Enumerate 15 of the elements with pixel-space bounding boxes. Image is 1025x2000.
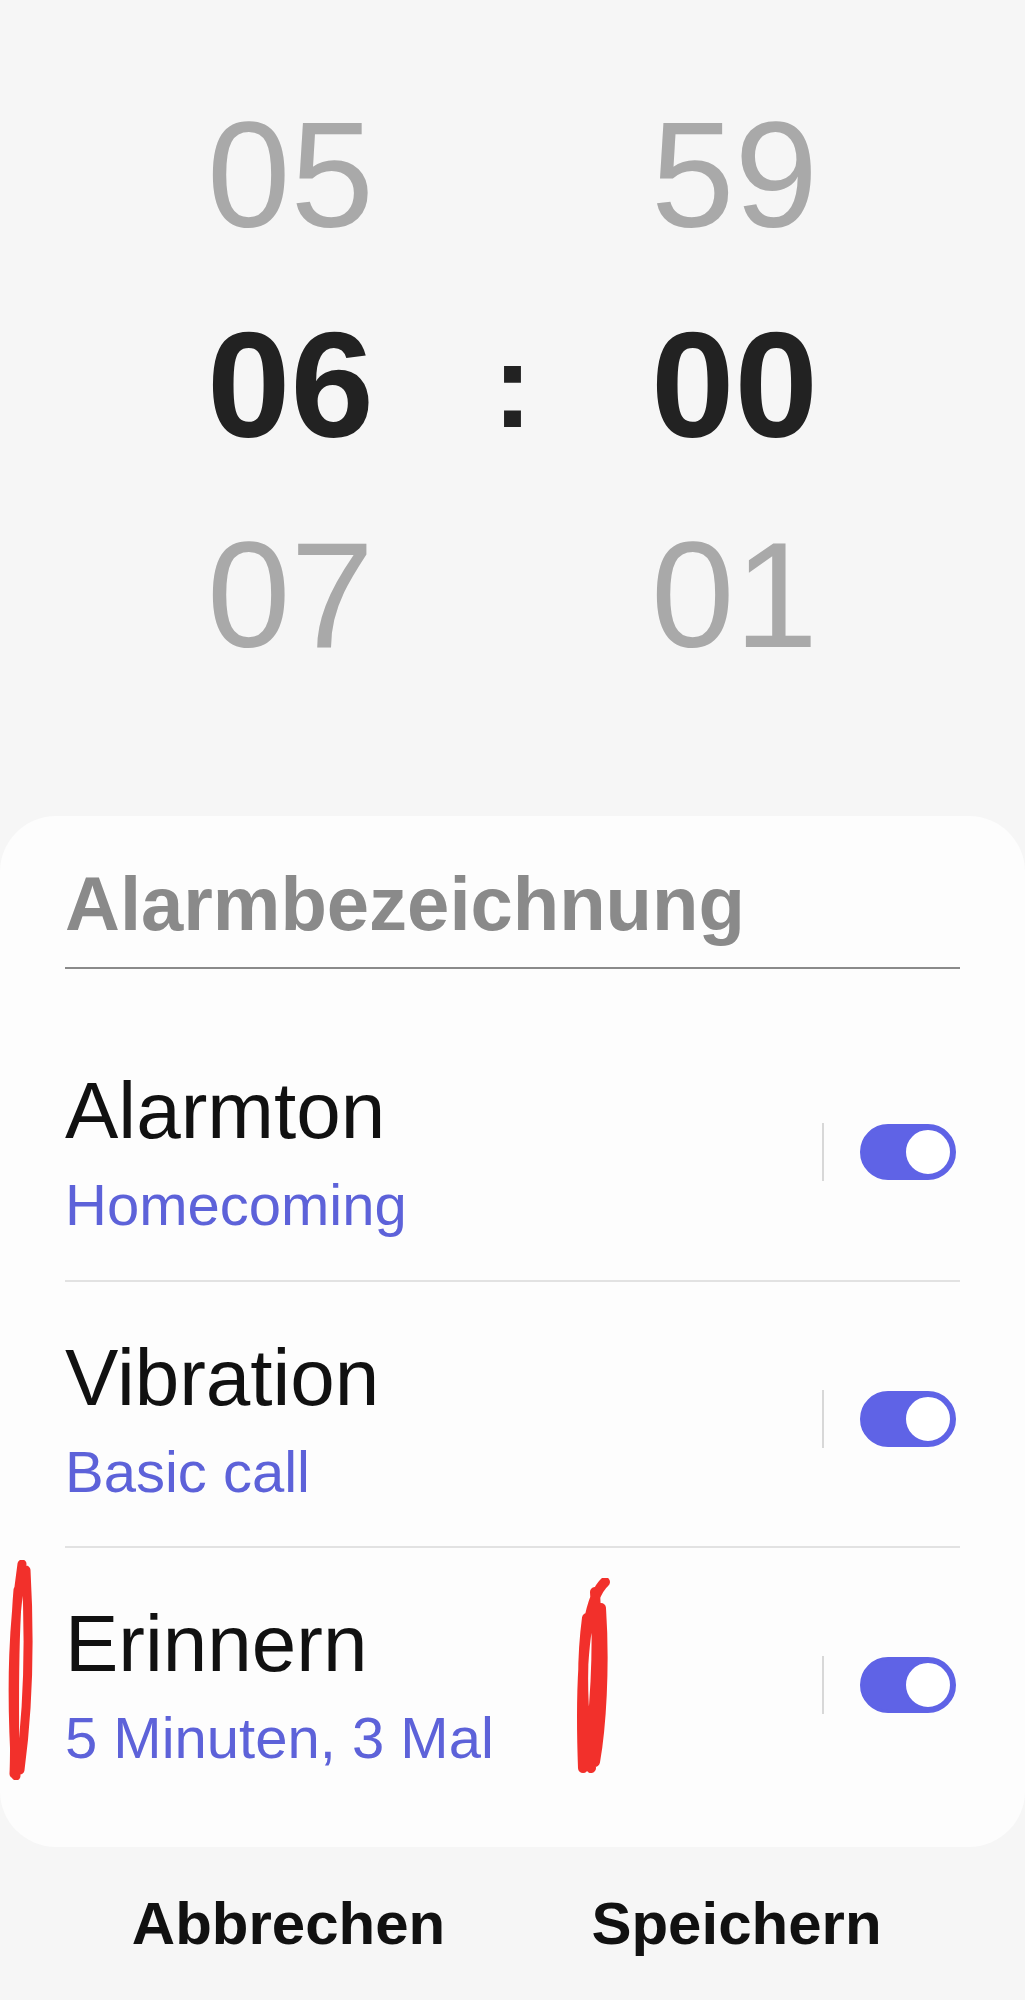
setting-title: Alarmton bbox=[65, 1065, 387, 1157]
save-button[interactable]: Speichern bbox=[512, 1868, 961, 1978]
alarm-name-field[interactable]: Alarmbezeichnung bbox=[65, 860, 960, 969]
setting-title: Erinnern bbox=[65, 1598, 369, 1691]
hour-value[interactable]: 06 bbox=[207, 280, 374, 490]
setting-title: Vibration bbox=[65, 1331, 381, 1424]
toggle-switch[interactable] bbox=[860, 1657, 956, 1714]
toggle-switch[interactable] bbox=[860, 1124, 956, 1181]
setting-value[interactable]: Basic call bbox=[65, 1436, 822, 1507]
toggle-switch[interactable] bbox=[860, 1390, 956, 1447]
time-separator: : bbox=[492, 317, 533, 454]
minute-value[interactable]: 00 bbox=[651, 280, 818, 490]
setting-value[interactable]: 5 Minuten, 3 Mal bbox=[65, 1703, 822, 1773]
cancel-button[interactable]: Abbrechen bbox=[64, 1868, 513, 1978]
setting-value[interactable]: Homecoming bbox=[65, 1170, 822, 1240]
